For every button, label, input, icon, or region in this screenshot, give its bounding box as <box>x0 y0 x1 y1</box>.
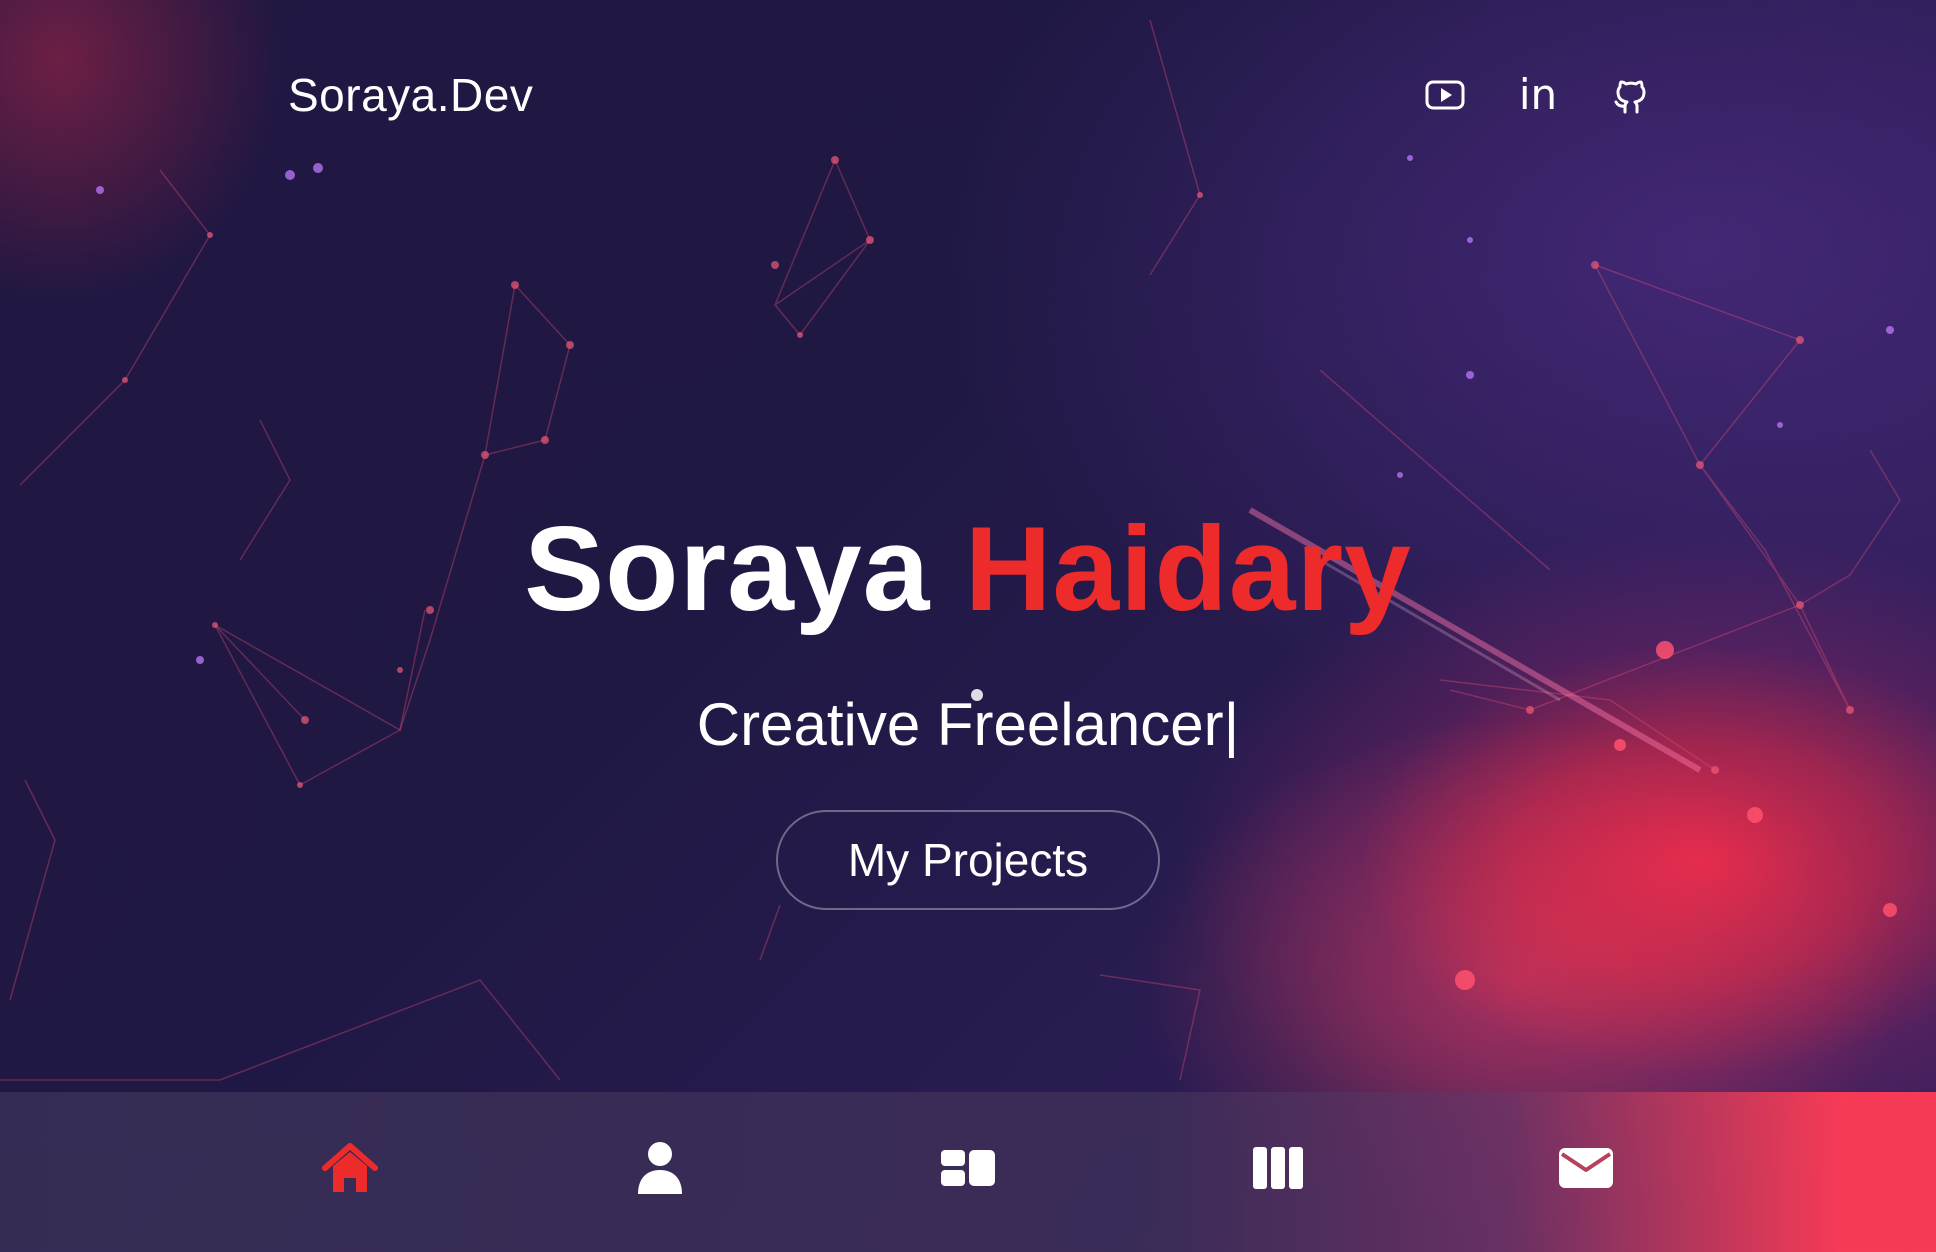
home-icon <box>322 1143 378 1192</box>
youtube-icon[interactable] <box>1424 74 1466 116</box>
nav-contact[interactable] <box>1556 1138 1616 1198</box>
my-projects-button[interactable]: My Projects <box>776 810 1160 910</box>
hero-last-name: Haidary <box>964 502 1412 636</box>
nav-services[interactable] <box>938 1138 998 1198</box>
linkedin-label: in <box>1518 70 1558 119</box>
nav-about[interactable] <box>630 1138 690 1198</box>
brand-logo[interactable]: Soraya.Dev <box>288 68 533 122</box>
mail-icon <box>1559 1148 1613 1188</box>
github-icon[interactable] <box>1610 74 1652 116</box>
user-icon <box>638 1142 682 1194</box>
nav-portfolio[interactable] <box>1248 1138 1308 1198</box>
social-links: in <box>1424 74 1652 116</box>
portfolio-icon <box>1253 1147 1303 1189</box>
hero-name: Soraya Haidary <box>0 500 1936 638</box>
hero-subtitle: Creative Freelancer| <box>696 691 1240 758</box>
services-icon <box>941 1150 995 1186</box>
linkedin-icon[interactable]: in <box>1516 74 1560 116</box>
bottom-nav <box>0 1092 1936 1252</box>
page: Soraya.Dev in Soraya Haidary Creative Fr… <box>0 0 1936 1252</box>
hero-first-name: Soraya <box>524 502 931 636</box>
nav-home[interactable] <box>320 1138 380 1198</box>
